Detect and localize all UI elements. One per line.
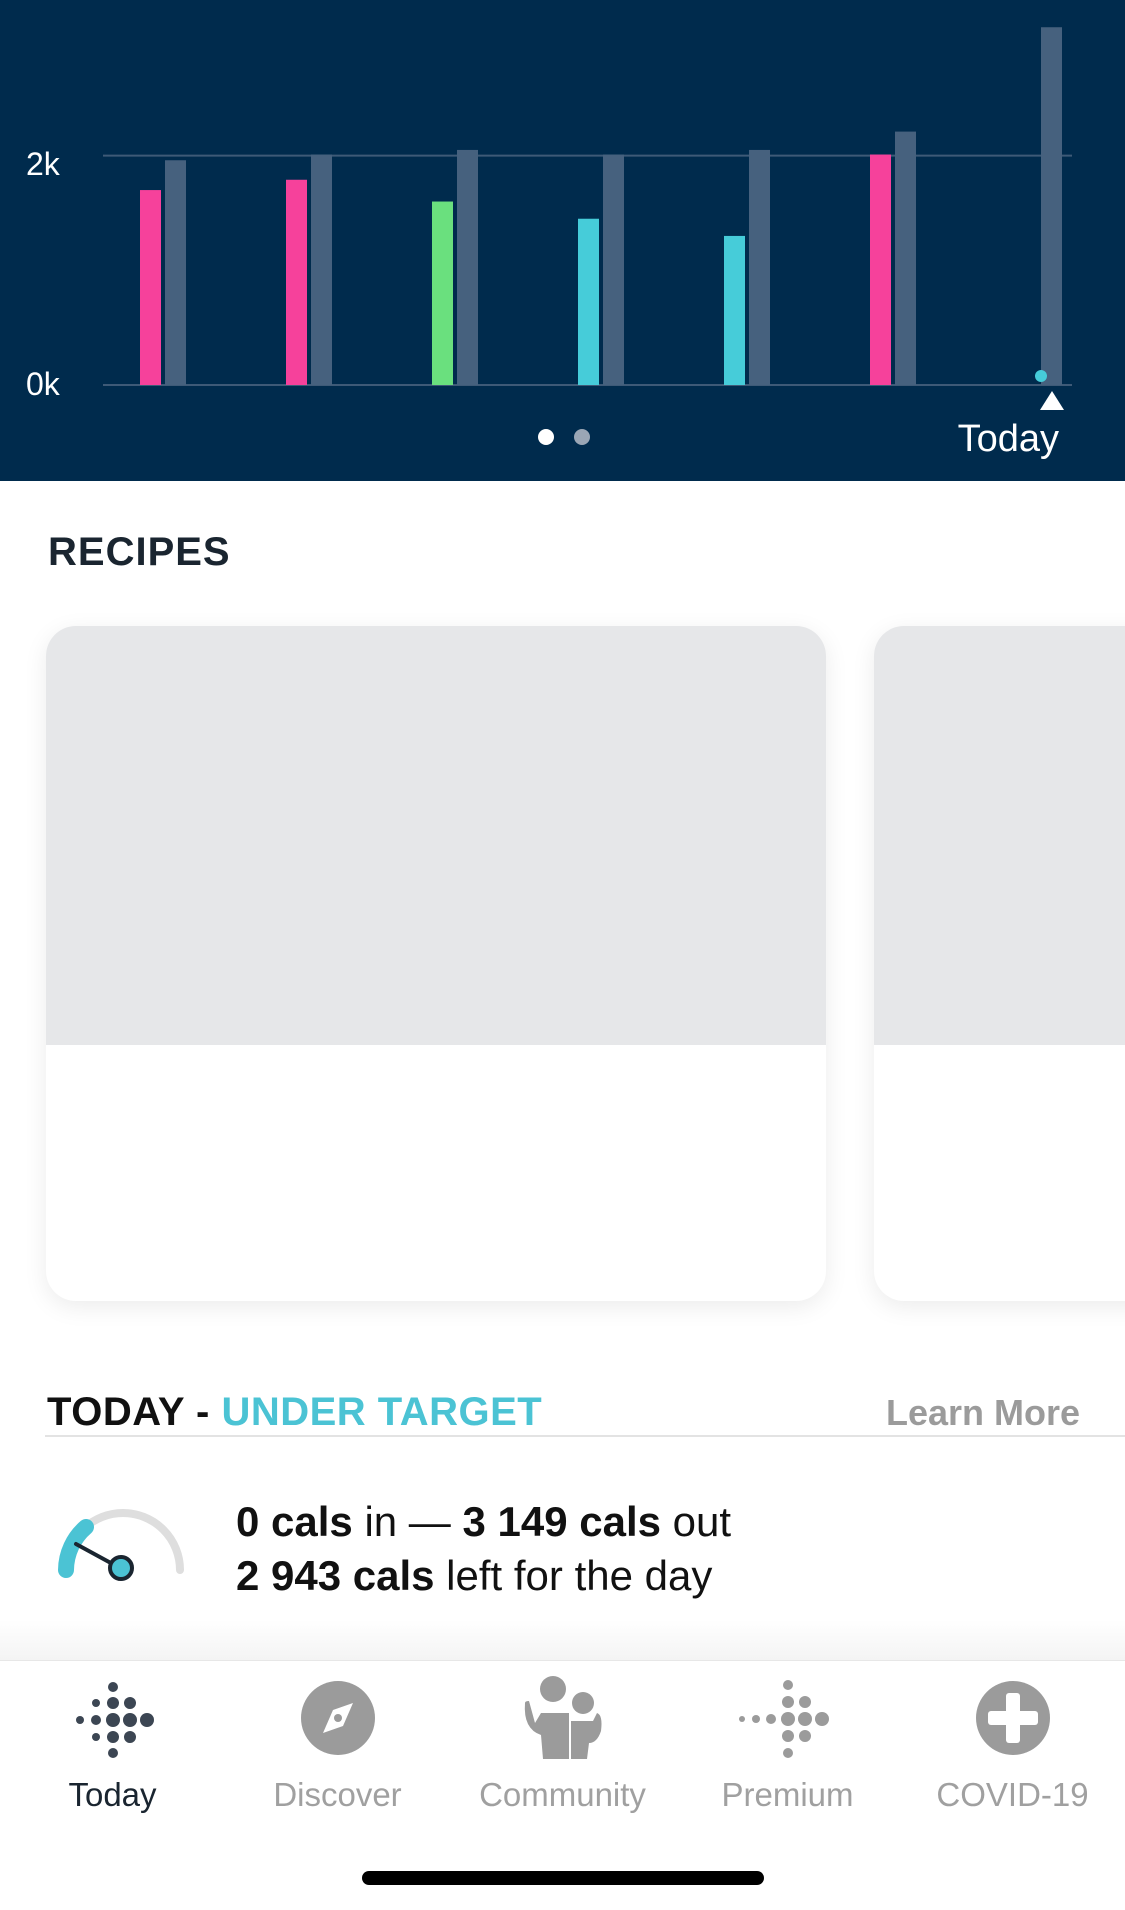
logged-calorie-bar	[724, 235, 745, 385]
medical-cross-icon	[975, 1681, 1050, 1755]
recipe-card[interactable]	[46, 626, 826, 1301]
recipe-image-placeholder	[874, 626, 1125, 1045]
logged-calorie-point	[1035, 370, 1047, 382]
tab-today[interactable]: Today	[0, 1673, 225, 1823]
calorie-chart-panel: 2k 0k Today	[0, 0, 1125, 481]
tab-discover[interactable]: Discover	[225, 1673, 450, 1823]
logged-calorie-bar	[578, 218, 599, 385]
fitbit-logo-icon	[75, 1682, 154, 1758]
summary-heading-label: TODAY -	[47, 1390, 222, 1434]
calories-in-out-text: 0 cals in — 3 149 cals out	[236, 1498, 731, 1546]
scroll-fade	[0, 1620, 1125, 1660]
tab-community[interactable]: Community	[450, 1673, 675, 1823]
divider	[45, 1435, 1125, 1437]
calories-left-label: left for the day	[434, 1552, 713, 1599]
target-calorie-bar	[311, 154, 332, 385]
tab-label: COVID-19	[936, 1776, 1089, 1813]
today-marker-icon	[1040, 391, 1064, 410]
target-calorie-bar	[165, 160, 186, 385]
target-calorie-bar	[895, 131, 916, 385]
today-marker-label: Today	[957, 418, 1059, 460]
calorie-summary-heading: TODAY - UNDER TARGET	[47, 1390, 542, 1435]
tab-label: Premium	[721, 1776, 854, 1813]
y-tick-label-2k: 2k	[26, 146, 60, 182]
tab-label: Discover	[273, 1776, 402, 1813]
tab-label: Today	[68, 1776, 157, 1813]
community-people-icon	[524, 1676, 601, 1759]
logged-calorie-bar	[432, 201, 453, 385]
calories-left-value: 2 943 cals	[236, 1552, 435, 1599]
recipe-image-placeholder	[46, 626, 826, 1045]
calories-out-label: out	[661, 1498, 732, 1545]
recipe-card[interactable]	[874, 626, 1125, 1301]
logged-calorie-bar	[870, 154, 891, 385]
logged-calorie-bar	[286, 179, 307, 385]
tab-label: Community	[479, 1776, 646, 1813]
calorie-chart	[103, 27, 1072, 410]
page-dot-1[interactable]	[538, 429, 554, 445]
target-calorie-bar	[749, 149, 770, 385]
target-calorie-bar	[603, 154, 624, 385]
calorie-gauge-icon	[58, 1509, 184, 1581]
calories-left-text: 2 943 cals left for the day	[236, 1552, 712, 1600]
target-calorie-bar	[457, 149, 478, 385]
page-dot-2[interactable]	[574, 429, 590, 445]
tab-premium[interactable]: Premium	[675, 1673, 900, 1823]
home-indicator	[362, 1871, 764, 1885]
recipes-section-title: RECIPES	[48, 530, 231, 574]
calories-in-value: 0 cals	[236, 1498, 353, 1545]
calories-in-label: in —	[352, 1498, 463, 1545]
logged-calorie-bar	[140, 190, 161, 385]
tab-covid-19[interactable]: COVID-19	[900, 1673, 1125, 1823]
premium-logo-icon	[738, 1680, 829, 1758]
compass-icon	[300, 1681, 375, 1755]
summary-status-label: UNDER TARGET	[221, 1390, 543, 1434]
calories-out-value: 3 149 cals	[462, 1498, 661, 1545]
target-calorie-bar	[1041, 27, 1062, 386]
y-tick-label-0k: 0k	[26, 366, 60, 402]
learn-more-link[interactable]: Learn More	[886, 1392, 1080, 1434]
